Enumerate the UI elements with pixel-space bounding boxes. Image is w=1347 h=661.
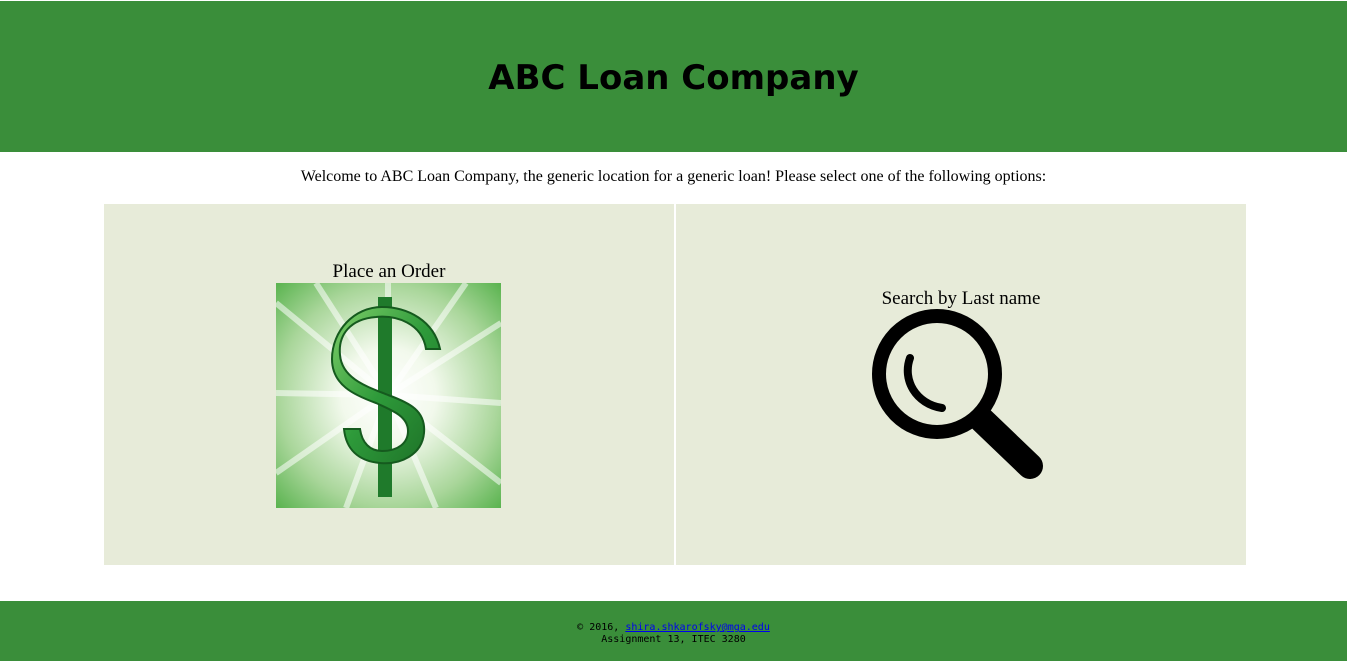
site-footer: © 2016, shira.shkarofsky@mga.edu Assignm… — [0, 601, 1347, 661]
magnifying-glass-icon[interactable] — [872, 308, 1048, 484]
email-link[interactable]: shira.shkarofsky@mga.edu — [625, 622, 770, 633]
assignment-text: Assignment 13, ITEC 3280 — [601, 634, 746, 645]
place-order-option[interactable]: Place an Order — [104, 204, 674, 565]
copyright-text: © 2016, — [577, 622, 620, 633]
search-option[interactable]: Search by Last name — [676, 204, 1246, 565]
place-order-label[interactable]: Place an Order — [104, 261, 674, 283]
page-title: ABC Loan Company — [488, 58, 859, 98]
site-header: ABC Loan Company — [0, 1, 1347, 152]
search-label[interactable]: Search by Last name — [676, 288, 1246, 310]
welcome-message: Welcome to ABC Loan Company, the generic… — [300, 168, 1047, 185]
footer-copyright: © 2016, shira.shkarofsky@mga.edu — [0, 622, 1347, 634]
dollar-sign-icon[interactable] — [276, 283, 501, 508]
